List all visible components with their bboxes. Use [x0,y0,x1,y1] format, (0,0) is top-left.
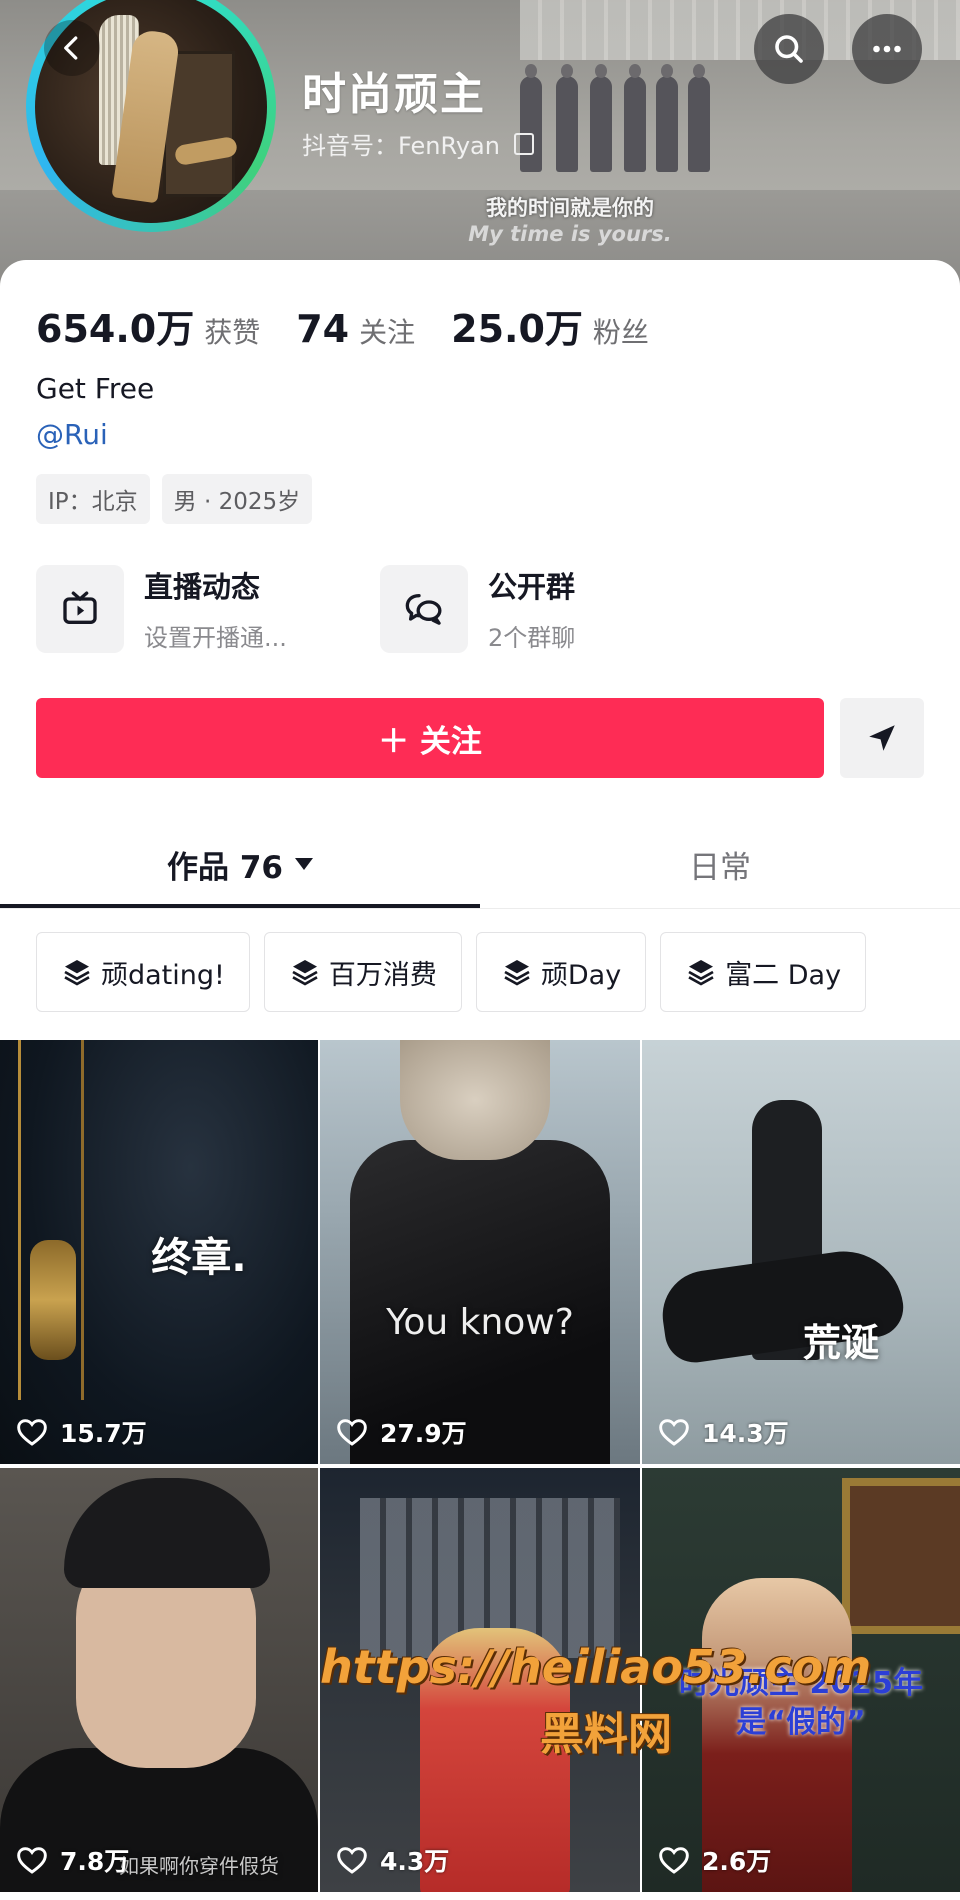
copy-icon[interactable] [513,132,534,155]
video-grid: 终章. 15.7万 You know? 27.9万 荒诞 14.3万 如果啊你穿… [0,1040,960,1892]
video-likes-count: 27.9万 [380,1419,467,1448]
video-likes: 7.8万 [16,1842,129,1878]
stat-value: 74 [296,307,350,351]
collection-chip-label: 顽Day [540,959,622,991]
video-likes: 2.6万 [658,1842,771,1878]
collection-chip[interactable]: 顽dating! [36,932,250,1012]
douyin-id-text: 抖音号：FenRyan [302,132,500,160]
video-likes: 27.9万 [336,1414,467,1450]
thumbnail-art [400,1040,550,1160]
content-tabs: 作品 76 日常 [0,820,960,909]
heart-icon [17,1419,47,1446]
stat-label: 获赞 [204,316,261,349]
follow-button[interactable]: ＋ 关注 [36,698,824,778]
collection-chip[interactable]: 百万消费 [263,932,462,1012]
heart-icon [337,1419,367,1446]
douyin-id: 抖音号：FenRyan [302,126,534,161]
group-chat-icon [405,593,442,625]
more-dots-icon [873,45,901,53]
video-likes-count: 7.8万 [60,1847,130,1876]
banner-caption-en: My time is yours. [468,222,672,246]
gender-age-tag: 男 · 2025岁 [161,474,313,524]
ip-location-tag: IP：北京 [36,474,150,524]
search-icon [775,35,803,63]
stats-row: 654.0万 获赞 74 关注 25.0万 粉丝 [36,298,685,353]
tab-works[interactable]: 作品 76 [0,820,480,908]
layers-icon [688,960,714,986]
collection-chip-label: 百万消费 [328,959,437,991]
stat-label: 关注 [359,316,416,349]
video-likes: 15.7万 [16,1414,147,1450]
video-thumbnail[interactable]: You know? 27.9万 [320,1040,640,1464]
active-tab-underline [0,904,480,908]
send-message-button[interactable] [840,698,924,778]
banner-figure [556,64,578,172]
thumbnail-art [64,1478,270,1588]
video-thumbnail[interactable]: 如果啊你穿件假货 7.8万 [0,1468,318,1892]
profile-tags: IP：北京 男 · 2025岁 [36,474,313,524]
profile-bio: Get Free [36,372,155,405]
more-button[interactable] [852,14,922,84]
heart-icon [17,1847,47,1874]
heart-icon [659,1419,689,1446]
video-likes-count: 4.3万 [380,1847,450,1876]
collection-chip[interactable]: 顽Day [475,932,647,1012]
video-thumbnail[interactable]: 荒诞 14.3万 [642,1040,960,1464]
profile-mention-link[interactable]: @Rui [36,418,108,451]
thumbnail-art [842,1478,960,1634]
profile-entries: 直播动态 设置开播通... 公开群 2个群聊 [36,564,724,653]
stat-following[interactable]: 74 关注 [296,307,415,351]
video-likes-count: 2.6万 [702,1847,772,1876]
layers-icon [64,960,90,986]
stat-label: 粉丝 [592,316,649,349]
banner-figure [688,64,710,172]
entry-subtitle: 2个群聊 [488,624,576,652]
caret-down-icon [294,858,313,870]
search-button[interactable] [754,14,824,84]
tv-icon [63,591,97,624]
public-group-entry[interactable]: 公开群 2个群聊 [380,564,724,653]
video-caption: 终章. [151,1235,247,1281]
collection-chip-label: 富二 Day [725,959,842,991]
layers-icon [504,960,530,986]
collection-chips: 顽dating! 百万消费 顽Day 富二 Day [36,932,960,1012]
video-likes: 4.3万 [336,1842,449,1878]
video-likes-count: 14.3万 [702,1419,789,1448]
stat-value: 654.0万 [36,307,195,351]
banner-figure [590,64,612,172]
video-likes: 14.3万 [658,1414,789,1450]
video-caption: 荒诞 [802,1321,879,1365]
profile-nickname: 时尚顽主 [302,69,486,120]
stat-value: 25.0万 [451,307,583,351]
stat-followers[interactable]: 25.0万 粉丝 [451,298,649,353]
banner-figure [624,64,646,172]
tab-daily[interactable]: 日常 [480,820,960,908]
chevron-left-icon [64,36,78,60]
video-thumbnail[interactable]: 终章. 15.7万 [0,1040,318,1464]
entry-title: 公开群 [488,570,576,604]
group-chat-icon-box [380,564,468,653]
tab-works-label: 作品 76 [167,849,283,886]
watermark: https://heiliao53.com 黑料网 [320,1640,871,1762]
banner-figure [656,64,678,172]
heart-icon [659,1847,689,1874]
video-caption: You know? [386,1302,574,1343]
collection-chip[interactable]: 富二 Day [660,932,867,1012]
layers-icon [292,960,318,986]
live-activity-entry[interactable]: 直播动态 设置开播通... [36,564,380,653]
entry-title: 直播动态 [144,570,261,604]
watermark-name: 黑料网 [540,1709,672,1760]
tv-icon-box [36,564,124,653]
back-button[interactable] [44,20,100,76]
send-arrow-icon [869,725,895,751]
watermark-url: https://heiliao53.com [320,1640,872,1694]
collection-chip-label: 顽dating! [101,959,225,991]
heart-icon [337,1847,367,1874]
entry-subtitle: 设置开播通... [144,624,287,652]
stat-likes[interactable]: 654.0万 获赞 [36,298,260,353]
video-likes-count: 15.7万 [60,1419,147,1448]
